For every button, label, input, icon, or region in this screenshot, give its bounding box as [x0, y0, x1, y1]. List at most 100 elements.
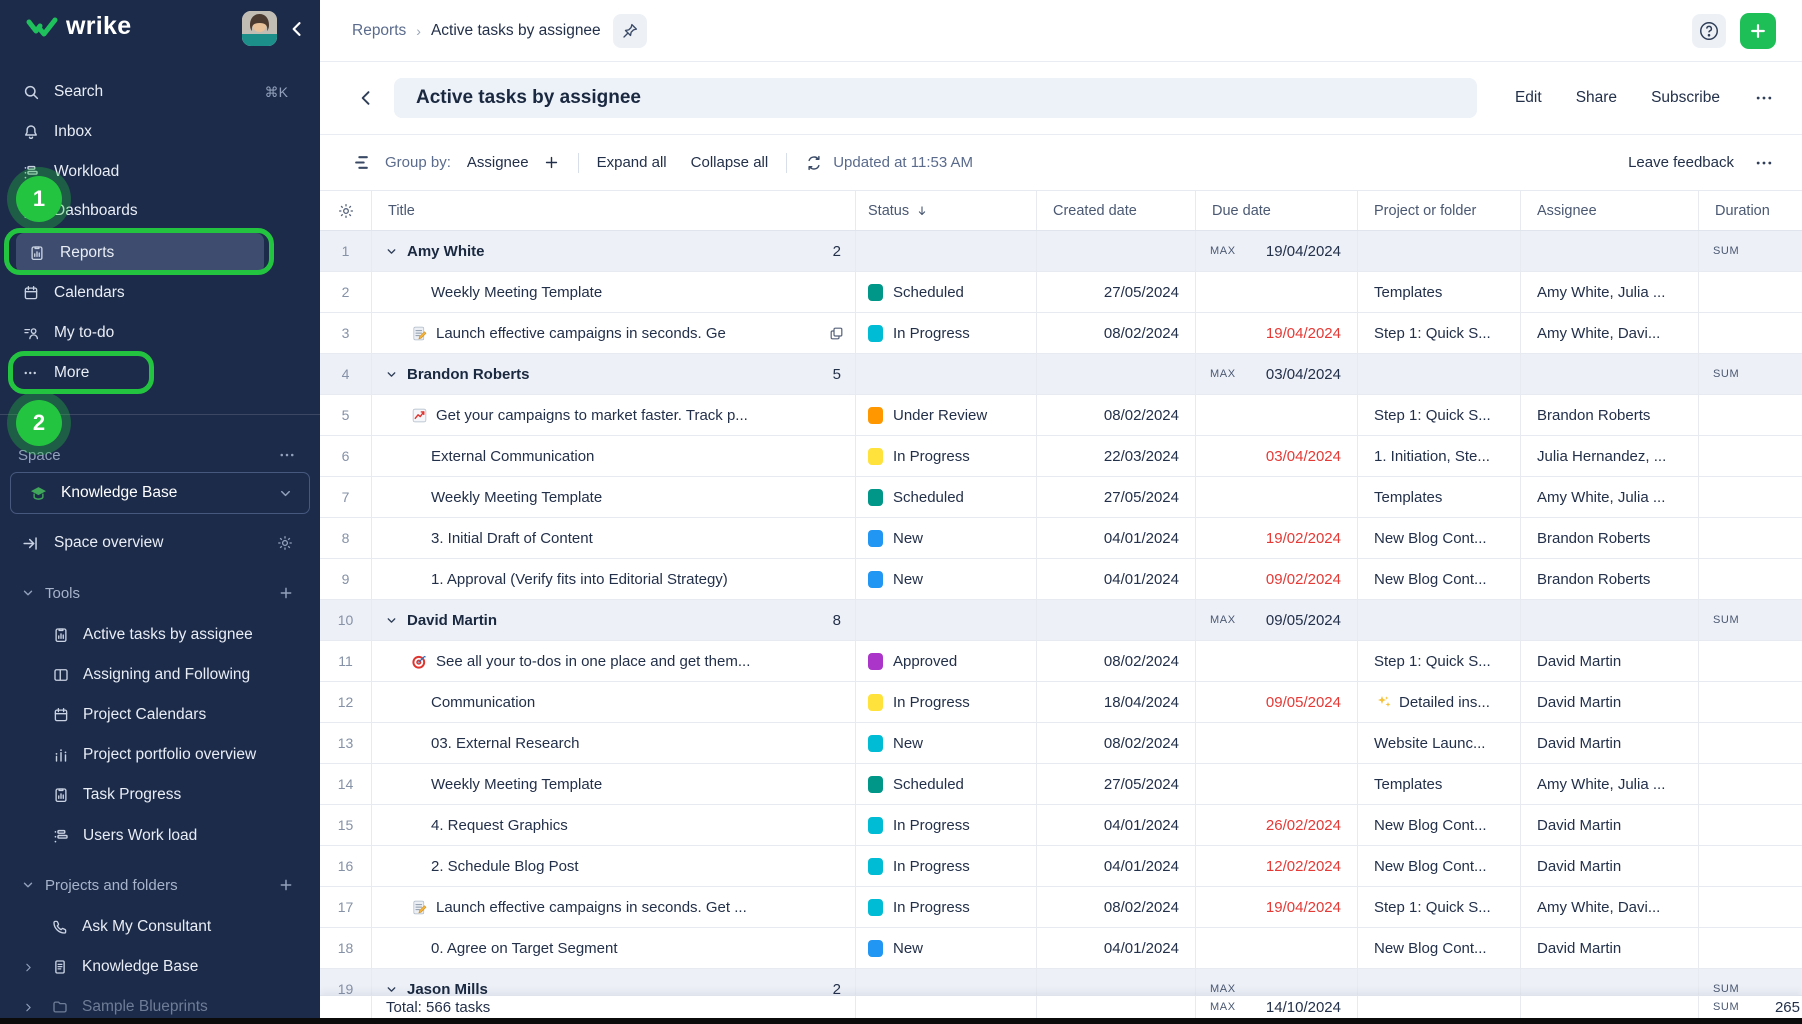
- task-title-cell[interactable]: Weekly Meeting Template: [372, 272, 856, 312]
- due-date-cell[interactable]: [1196, 928, 1358, 968]
- assignee-cell[interactable]: [1521, 231, 1699, 271]
- project-cell[interactable]: New Blog Cont...: [1358, 805, 1521, 845]
- project-cell[interactable]: [1358, 354, 1521, 394]
- sidebar-item-reports[interactable]: Reports: [16, 233, 264, 273]
- status-cell[interactable]: New: [856, 559, 1037, 599]
- task-title-cell[interactable]: Weekly Meeting Template: [372, 764, 856, 804]
- due-date-cell[interactable]: MAX09/05/2024: [1196, 600, 1358, 640]
- status-cell[interactable]: Scheduled: [856, 272, 1037, 312]
- column-header-project[interactable]: Project or folder: [1358, 191, 1521, 230]
- tool-item-task-progress[interactable]: Task Progress: [0, 775, 320, 815]
- due-date-cell[interactable]: 19/04/2024: [1196, 887, 1358, 927]
- tool-item-project-calendars[interactable]: Project Calendars: [0, 695, 320, 735]
- task-title-cell[interactable]: Launch effective campaigns in seconds. G…: [372, 313, 856, 353]
- expand-all-button[interactable]: Expand all: [597, 154, 667, 171]
- task-row[interactable]: 3Launch effective campaigns in seconds. …: [320, 313, 1802, 354]
- status-cell[interactable]: In Progress: [856, 805, 1037, 845]
- subscribe-button[interactable]: Subscribe: [1651, 89, 1720, 107]
- task-title-cell[interactable]: External Communication: [372, 436, 856, 476]
- task-title-cell[interactable]: Communication: [372, 682, 856, 722]
- sidebar-item-space-overview[interactable]: Space overview: [0, 523, 320, 563]
- report-kebab-icon[interactable]: [1754, 88, 1774, 108]
- status-chip[interactable]: [868, 899, 883, 916]
- task-title-cell[interactable]: 03. External Research: [372, 723, 856, 763]
- plus-icon[interactable]: [278, 877, 294, 893]
- status-chip[interactable]: [868, 530, 883, 547]
- collapse-group-chevron-icon[interactable]: [385, 614, 398, 627]
- task-row[interactable]: 83. Initial Draft of ContentNew04/01/202…: [320, 518, 1802, 559]
- task-title-cell[interactable]: 4. Request Graphics: [372, 805, 856, 845]
- status-cell[interactable]: [856, 231, 1037, 271]
- collapse-all-button[interactable]: Collapse all: [691, 154, 769, 171]
- project-cell[interactable]: [1358, 600, 1521, 640]
- plus-icon[interactable]: [278, 585, 294, 601]
- due-date-cell[interactable]: [1196, 395, 1358, 435]
- status-cell[interactable]: In Progress: [856, 846, 1037, 886]
- refresh-icon[interactable]: [805, 154, 823, 172]
- created-date-cell[interactable]: 08/02/2024: [1037, 723, 1196, 763]
- task-row[interactable]: 154. Request GraphicsIn Progress04/01/20…: [320, 805, 1802, 846]
- column-header-due[interactable]: Due date: [1196, 191, 1358, 230]
- status-cell[interactable]: In Progress: [856, 887, 1037, 927]
- status-cell[interactable]: Approved: [856, 641, 1037, 681]
- due-date-cell[interactable]: [1196, 641, 1358, 681]
- assignee-cell[interactable]: [1521, 354, 1699, 394]
- created-date-cell[interactable]: 08/02/2024: [1037, 313, 1196, 353]
- assignee-cell[interactable]: Amy White, Davi...: [1521, 313, 1699, 353]
- assignee-cell[interactable]: Julia Hernandez, ...: [1521, 436, 1699, 476]
- column-header-duration[interactable]: Duration: [1699, 191, 1802, 230]
- status-cell[interactable]: Scheduled: [856, 477, 1037, 517]
- task-title-cell[interactable]: Weekly Meeting Template: [372, 477, 856, 517]
- gear-icon[interactable]: [276, 534, 294, 552]
- sidebar-item-workload[interactable]: Workload: [0, 152, 320, 192]
- help-button[interactable]: [1692, 14, 1726, 48]
- project-cell[interactable]: New Blog Cont...: [1358, 559, 1521, 599]
- status-chip[interactable]: [868, 448, 883, 465]
- created-date-cell[interactable]: 27/05/2024: [1037, 764, 1196, 804]
- task-title-cell[interactable]: See all your to-dos in one place and get…: [372, 641, 856, 681]
- due-date-cell[interactable]: 19/04/2024: [1196, 313, 1358, 353]
- status-cell[interactable]: [856, 354, 1037, 394]
- assignee-cell[interactable]: David Martin: [1521, 723, 1699, 763]
- status-chip[interactable]: [868, 571, 883, 588]
- project-cell[interactable]: 1. Initiation, Ste...: [1358, 436, 1521, 476]
- project-cell[interactable]: Step 1: Quick S...: [1358, 395, 1521, 435]
- task-row[interactable]: 7Weekly Meeting TemplateScheduled27/05/2…: [320, 477, 1802, 518]
- toolbar-kebab-icon[interactable]: [1754, 153, 1774, 173]
- status-chip[interactable]: [868, 817, 883, 834]
- project-cell[interactable]: Step 1: Quick S...: [1358, 641, 1521, 681]
- created-date-cell[interactable]: [1037, 354, 1196, 394]
- due-date-cell[interactable]: [1196, 723, 1358, 763]
- assignee-cell[interactable]: Brandon Roberts: [1521, 518, 1699, 558]
- task-row[interactable]: 162. Schedule Blog PostIn Progress04/01/…: [320, 846, 1802, 887]
- pin-button[interactable]: [613, 14, 647, 48]
- tool-item-project-portfolio-overview[interactable]: Project portfolio overview: [0, 735, 320, 775]
- sidebar-item-my-to-do[interactable]: My to-do: [0, 313, 320, 353]
- assignee-cell[interactable]: Amy White, Julia ...: [1521, 272, 1699, 312]
- task-row[interactable]: 14Weekly Meeting TemplateScheduled27/05/…: [320, 764, 1802, 805]
- edit-button[interactable]: Edit: [1515, 89, 1542, 107]
- status-chip[interactable]: [868, 284, 883, 301]
- project-cell[interactable]: Step 1: Quick S...: [1358, 887, 1521, 927]
- sidebar-item-calendars[interactable]: Calendars: [0, 273, 320, 313]
- created-date-cell[interactable]: 04/01/2024: [1037, 518, 1196, 558]
- sidebar-collapse-button[interactable]: [287, 18, 309, 40]
- assignee-cell[interactable]: David Martin: [1521, 928, 1699, 968]
- project-cell[interactable]: New Blog Cont...: [1358, 928, 1521, 968]
- project-cell[interactable]: Step 1: Quick S...: [1358, 313, 1521, 353]
- group-title-cell[interactable]: Amy White2: [372, 231, 856, 271]
- back-button[interactable]: [356, 88, 376, 108]
- status-cell[interactable]: Under Review: [856, 395, 1037, 435]
- collapse-group-chevron-icon[interactable]: [385, 368, 398, 381]
- task-row[interactable]: 2Weekly Meeting TemplateScheduled27/05/2…: [320, 272, 1802, 313]
- project-cell[interactable]: New Blog Cont...: [1358, 518, 1521, 558]
- report-title-input[interactable]: Active tasks by assignee: [394, 78, 1477, 118]
- task-row[interactable]: 12CommunicationIn Progress18/04/202409/0…: [320, 682, 1802, 723]
- created-date-cell[interactable]: 04/01/2024: [1037, 928, 1196, 968]
- status-cell[interactable]: In Progress: [856, 436, 1037, 476]
- space-selector[interactable]: Knowledge Base: [10, 472, 310, 514]
- status-cell[interactable]: In Progress: [856, 682, 1037, 722]
- breadcrumb-reports[interactable]: Reports: [352, 22, 406, 40]
- sidebar-item-inbox[interactable]: Inbox: [0, 112, 320, 152]
- group-title-cell[interactable]: David Martin8: [372, 600, 856, 640]
